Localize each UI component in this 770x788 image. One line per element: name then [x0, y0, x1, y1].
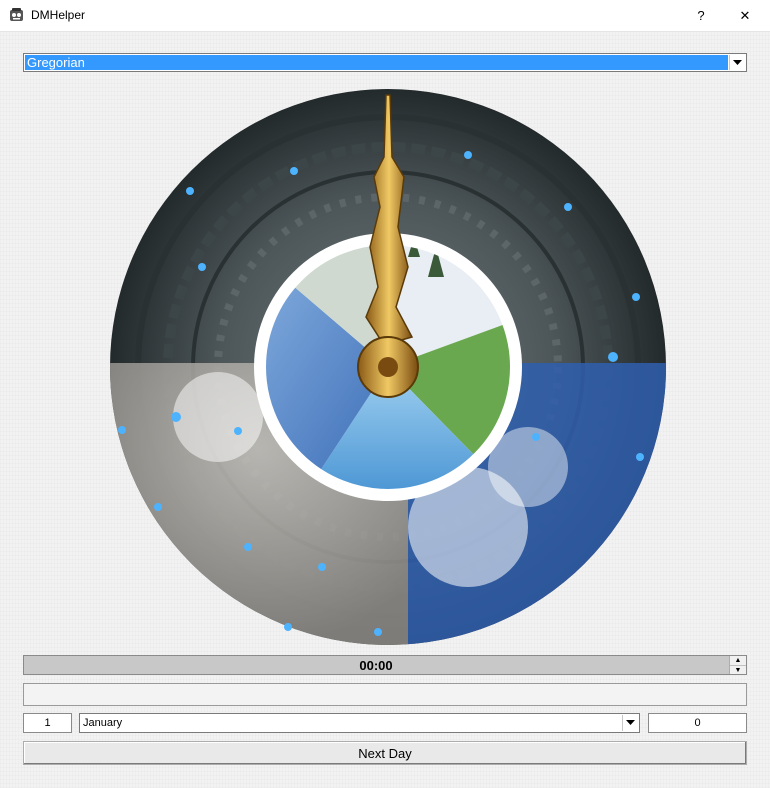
time-value: 00:00: [359, 657, 393, 673]
day-input[interactable]: 1: [23, 713, 72, 733]
time-spinner[interactable]: ▲ ▼: [729, 656, 746, 674]
time-input[interactable]: 00:00 ▲ ▼: [23, 655, 747, 675]
calendar-select[interactable]: Gregorian: [23, 53, 747, 72]
selection-highlight: [25, 55, 728, 70]
season-wheel: [110, 89, 666, 645]
day-description-field[interactable]: [23, 683, 747, 706]
app-icon: [10, 8, 23, 21]
month-select[interactable]: January: [79, 713, 640, 733]
close-button[interactable]: ✕: [722, 0, 768, 31]
chevron-down-icon[interactable]: [729, 55, 745, 70]
month-select-value: January: [83, 717, 123, 729]
help-button[interactable]: ?: [678, 0, 724, 31]
calendar-select-value: Gregorian: [27, 55, 85, 70]
window-title: DMHelper: [31, 8, 86, 22]
next-day-button[interactable]: Next Day: [23, 741, 747, 765]
chevron-down-icon[interactable]: [622, 715, 638, 731]
year-input[interactable]: 0: [648, 713, 747, 733]
chevron-down-icon[interactable]: ▼: [730, 665, 746, 675]
title-bar: DMHelper ? ✕: [0, 0, 770, 32]
chevron-up-icon[interactable]: ▲: [730, 656, 746, 665]
